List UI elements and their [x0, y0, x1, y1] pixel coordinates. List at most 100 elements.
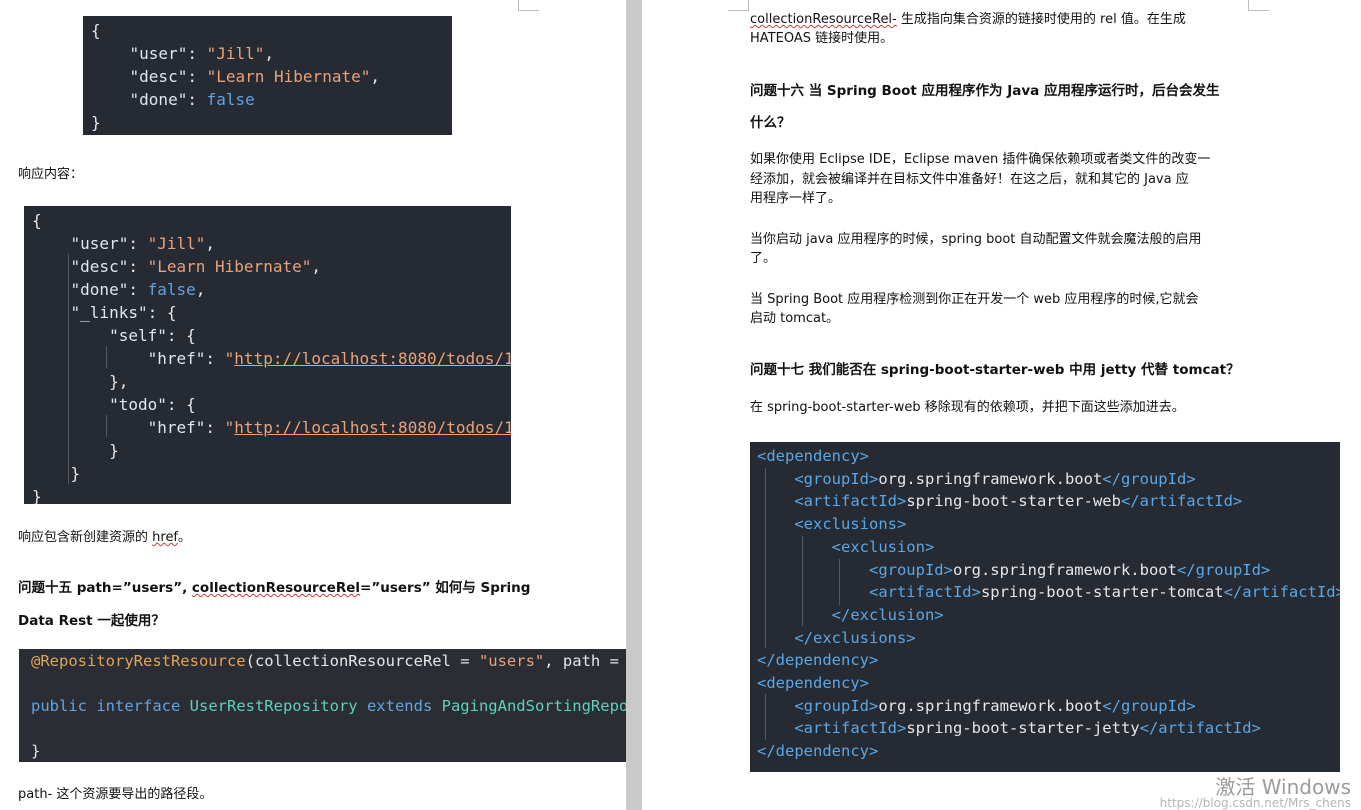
code-token: org.springframework.boot: [878, 469, 1103, 488]
code-token: "desc": [129, 67, 188, 86]
page-gutter: [626, 0, 642, 810]
collection-resource-note-line1: collectionResourceRel- 生成指向集合资源的链接时使用的 r…: [750, 10, 1186, 30]
code-token: ": [224, 349, 235, 368]
question-15-heading: 问题十五 path=”users”, collectionResourceRel…: [18, 576, 530, 596]
code-token: }: [91, 113, 101, 132]
code-token: "user": [70, 234, 129, 253]
code-token: : {: [166, 395, 196, 414]
code-token: </groupId>: [1176, 560, 1271, 579]
code-token: <artifactId>: [794, 492, 907, 511]
code-token: :: [187, 67, 207, 86]
code-token: <dependency>: [757, 674, 869, 693]
response-label: 响应内容：: [18, 167, 84, 182]
code-token: <exclusion>: [831, 537, 935, 556]
collection-resource-note-line2: HATEOAS 链接时使用。: [750, 31, 894, 46]
left-document-page: { "user": "Jill", "desc": "Learn Hiberna…: [0, 0, 626, 810]
code-token: <artifactId>: [794, 719, 907, 738]
code-token: :: [205, 418, 225, 437]
code-token: </dependency>: [757, 651, 879, 670]
code-token: ,: [264, 44, 275, 63]
code-lines: { "user": "Jill", "desc": "Learn Hiberna…: [91, 19, 452, 134]
code-lines: { "user": "Jill", "desc": "Learn Hiberna…: [32, 209, 511, 504]
code-token: @RepositoryRestResource: [31, 652, 246, 670]
code-token: <dependency>: [757, 447, 869, 465]
code-token: spring-boot-starter-jetty: [906, 719, 1140, 738]
request-json-code-block: { "user": "Jill", "desc": "Learn Hiberna…: [83, 16, 452, 135]
code-token: </artifactId>: [1139, 719, 1261, 738]
code-token: :: [128, 234, 148, 253]
tomcat-paragraph-line2: 启动 tomcat。: [750, 311, 840, 326]
question-16-heading: 问题十六 当 Spring Boot 应用程序作为 Java 应用程序运行时，后…: [750, 83, 1220, 99]
code-token: "desc": [70, 257, 129, 276]
code-token: "done": [129, 90, 188, 109]
code-token: </groupId>: [1102, 469, 1196, 488]
code-token: ,: [370, 67, 380, 86]
code-token: </groupId>: [1102, 696, 1196, 715]
java-code-block: @RepositoryRestResource(collectionResour…: [19, 649, 626, 762]
code-token: <groupId>: [794, 696, 879, 715]
code-token: {: [32, 211, 42, 230]
code-token: }: [32, 441, 119, 460]
code-token: org.springframework.boot: [952, 560, 1177, 579]
code-token: org.springframework.boot: [878, 696, 1103, 715]
q15-text-b: =”users” 如何与 Spring: [360, 580, 531, 596]
code-token: "self": [109, 326, 167, 345]
code-token: interface: [96, 697, 190, 715]
code-token: </artifactId>: [1120, 492, 1243, 511]
href-note: 响应包含新创建资源的 href。: [18, 528, 191, 548]
code-token: "done": [70, 280, 129, 299]
code-token: UserRestRepository: [189, 697, 367, 715]
response-json-code-block: { "user": "Jill", "desc": "Learn Hiberna…: [24, 206, 511, 504]
code-lines: <dependency> <groupId>org.springframewor…: [757, 445, 1340, 763]
blog-watermark: https://blog.csdn.net/Mrs_chens: [1159, 796, 1351, 810]
code-token: http://localhost:8080/todos/1: [234, 418, 511, 437]
code-token: false: [206, 90, 255, 109]
code-token: "Learn Hibernate": [147, 257, 312, 276]
code-token: </dependency>: [757, 742, 879, 761]
question-15-heading-line2: Data Rest 一起使用？: [18, 613, 165, 629]
code-token: "Jill": [206, 44, 265, 63]
eclipse-paragraph-line1: 如果你使用 Eclipse IDE，Eclipse maven 插件确保依赖项或…: [750, 152, 1211, 167]
path-note: path- 这个资源要导出的路径段。: [18, 787, 213, 802]
code-token: "user": [129, 44, 188, 63]
question-17-heading: 问题十七 我们能否在 spring-boot-starter-web 中用 je…: [750, 362, 1240, 378]
code-token: http://localhost:8080/todos/1: [234, 349, 511, 368]
question-16-heading-line2: 什么？: [750, 115, 791, 131]
code-token: <exclusions>: [794, 515, 907, 534]
code-token: ,: [311, 257, 321, 276]
code-token: }: [32, 464, 81, 483]
code-token: : {: [147, 303, 177, 322]
code-lines: @RepositoryRestResource(collectionResour…: [31, 650, 626, 762]
code-token: false: [147, 280, 196, 299]
right-document-page: collectionResourceRel- 生成指向集合资源的链接时使用的 r…: [642, 0, 1361, 810]
tomcat-paragraph-line1: 当 Spring Boot 应用程序检测到你正在开发一个 web 应用程序的时候…: [750, 292, 1199, 307]
code-token: ,: [195, 280, 206, 299]
jetty-instruction: 在 spring-boot-starter-web 移除现有的依赖项，并把下面这…: [750, 400, 1185, 415]
collection-resource-term: collectionResourceRel-: [750, 12, 897, 27]
page-corner-mark: [728, 0, 749, 11]
code-token: :: [205, 349, 225, 368]
autoconfig-paragraph-line2: 了。: [750, 251, 777, 266]
code-token: spring-boot-starter-tomcat: [980, 583, 1224, 602]
code-token: "Jill": [147, 234, 206, 253]
code-token: <groupId>: [794, 469, 879, 488]
code-token: spring-boot-starter-web: [906, 492, 1121, 511]
eclipse-paragraph-line3: 用程序一样了。: [750, 191, 842, 206]
code-token: {: [91, 21, 101, 40]
q15-text-a: 问题十五 path=”users”,: [18, 580, 192, 596]
maven-xml-code-block: <dependency> <groupId>org.springframewor…: [750, 442, 1340, 772]
